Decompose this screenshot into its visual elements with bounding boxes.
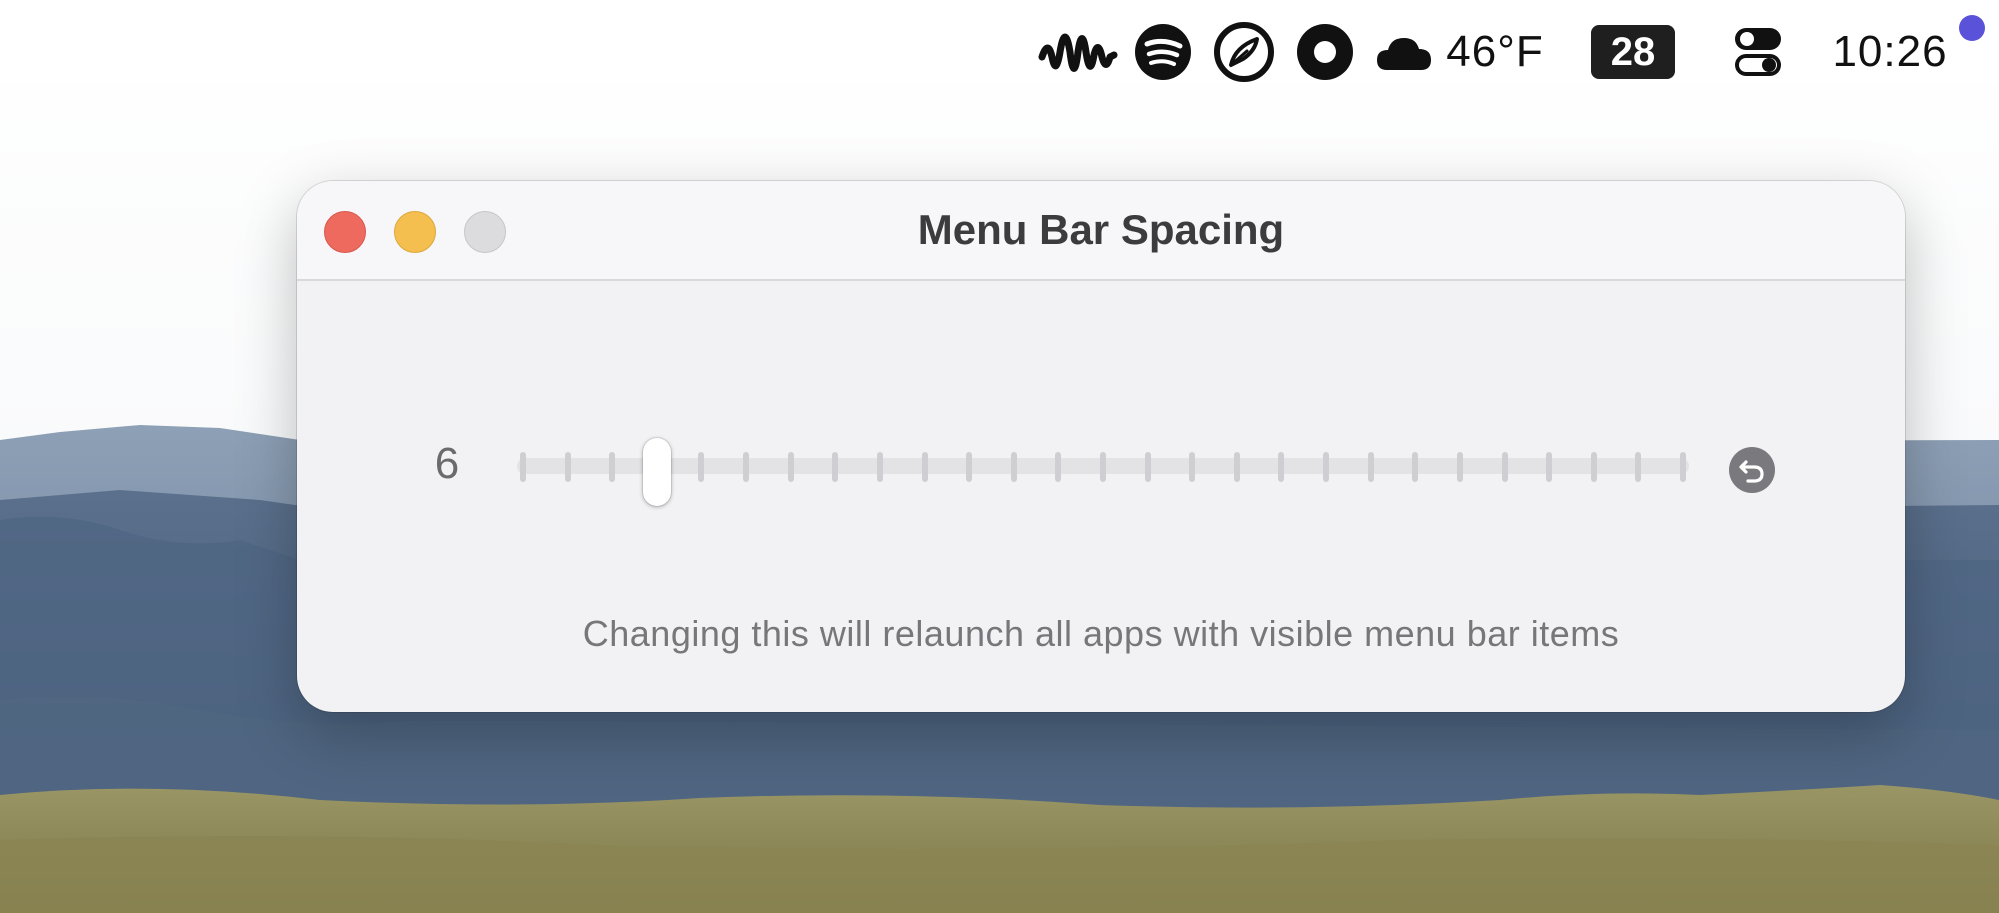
slider-tick — [1680, 452, 1686, 482]
slider-tick — [1010, 452, 1017, 482]
relaunch-note: Changing this will relaunch all apps wit… — [582, 613, 1620, 654]
slider-tick — [787, 452, 794, 482]
slider-tick — [1189, 452, 1196, 482]
temperature-label[interactable]: 46°F — [1442, 14, 1548, 90]
slider-tick — [1278, 452, 1285, 482]
spacing-slider[interactable] — [517, 436, 1689, 506]
slider-tick — [1635, 452, 1642, 482]
feather-icon[interactable] — [1212, 14, 1276, 90]
slider-tick — [520, 452, 526, 482]
slider-tick — [1233, 452, 1240, 482]
notification-dot — [1959, 15, 1985, 41]
menu-bar-spacing-window: Menu Bar Spacing 6 Changing this will re… — [297, 181, 1905, 712]
slider-tick — [876, 452, 883, 482]
clock-text: 10:26 — [1832, 27, 1948, 76]
title-bar: Menu Bar Spacing — [297, 181, 1905, 281]
slider-tick — [1323, 452, 1330, 482]
slider-thumb[interactable] — [642, 438, 671, 506]
spotify-icon[interactable] — [1132, 14, 1194, 90]
slider-tick — [921, 452, 928, 482]
undo-arrow-icon — [1737, 455, 1767, 485]
slider-tick — [609, 452, 616, 482]
slider-tick — [1590, 452, 1597, 482]
cloud-icon[interactable] — [1374, 14, 1434, 90]
waveform-icon[interactable] — [1036, 14, 1120, 90]
slider-tick — [1456, 452, 1463, 482]
reset-button[interactable] — [1729, 447, 1775, 493]
slider-tick — [832, 452, 839, 482]
slider-tick — [966, 452, 973, 482]
window-title: Menu Bar Spacing — [917, 206, 1285, 253]
menu-bar: 46°F 28 10:26 — [0, 0, 1999, 104]
clock[interactable]: 10:26 — [1826, 14, 1954, 90]
slider-tick — [564, 452, 571, 482]
slider-value-label: 6 — [434, 439, 460, 488]
record-icon[interactable] — [1294, 14, 1356, 90]
temperature-text: 46°F — [1446, 27, 1544, 76]
slider-tick — [1144, 452, 1151, 482]
slider-tick — [1100, 452, 1106, 482]
slider-tick — [1412, 452, 1419, 482]
slider-tick — [1501, 452, 1508, 482]
slider-tick — [1367, 452, 1374, 482]
slider-tick — [1546, 452, 1553, 482]
slider-tick — [698, 452, 705, 482]
toggle-switches-icon[interactable] — [1732, 14, 1784, 90]
slider-tick — [1055, 452, 1062, 482]
date-badge[interactable]: 28 — [1591, 25, 1675, 79]
slider-tick — [743, 452, 750, 482]
